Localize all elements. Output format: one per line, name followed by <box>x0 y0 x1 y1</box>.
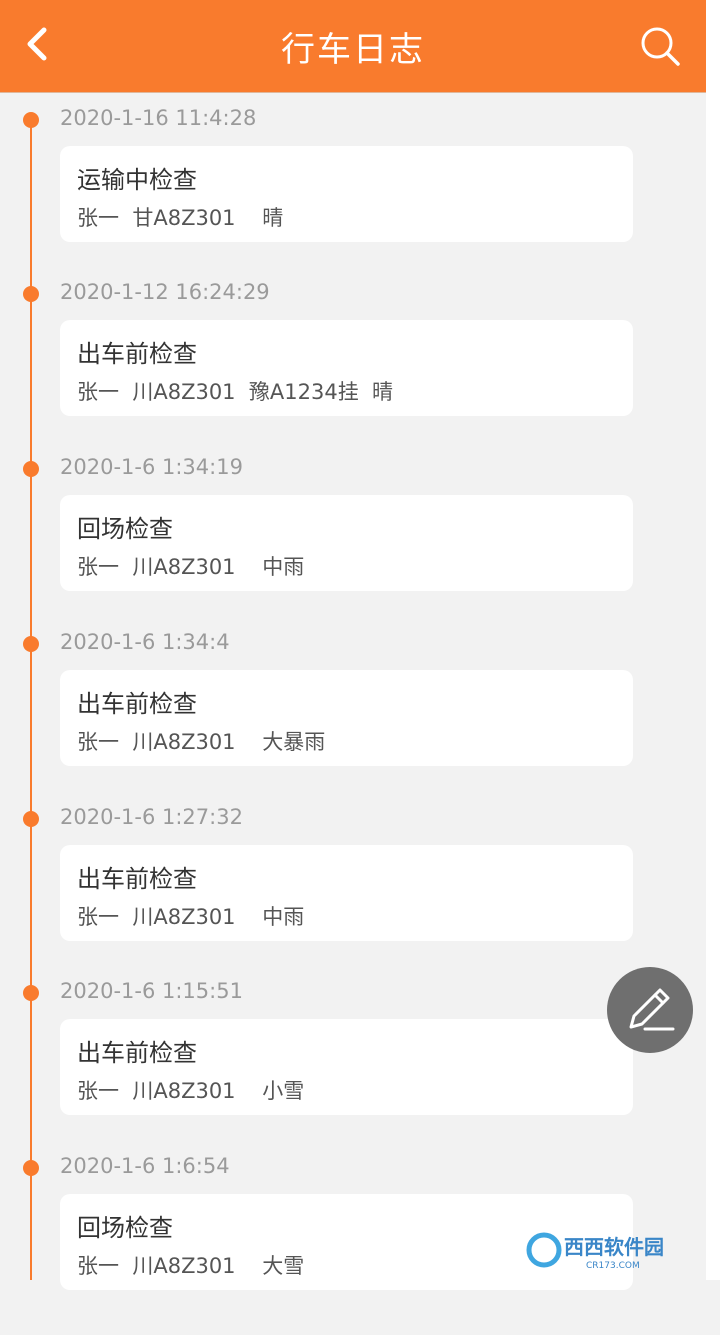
log-card[interactable]: 运输中检查 张一 甘A8Z301 晴 <box>60 146 633 242</box>
inspection-type: 出车前检查 <box>77 340 197 368</box>
entry-detail: 张一 川A8Z301 中雨 <box>77 555 305 579</box>
page-title: 行车日志 <box>281 30 425 70</box>
entry-timestamp: 2020-1-6 1:15:51 <box>60 979 243 1003</box>
entry-timestamp: 2020-1-6 1:27:32 <box>60 805 243 829</box>
timeline-dot <box>23 461 39 477</box>
entry-detail: 张一 川A8Z301 中雨 <box>77 905 305 929</box>
watermark-graphic: 西西软件园 CR173.COM <box>526 1232 664 1271</box>
entry-detail: 张一 甘A8Z301 晴 <box>77 206 284 230</box>
entry-timestamp: 2020-1-6 1:6:54 <box>60 1154 230 1178</box>
entry-timestamp: 2020-1-6 1:34:4 <box>60 630 230 654</box>
inspection-type: 出车前检查 <box>77 865 197 893</box>
timeline-dot <box>23 985 39 1001</box>
pencil-icon <box>629 988 675 1031</box>
inspection-type: 出车前检查 <box>77 1039 197 1067</box>
search-icon <box>641 27 680 66</box>
search-button[interactable] <box>638 24 682 68</box>
write-log-button[interactable] <box>607 967 693 1053</box>
inspection-type: 出车前检查 <box>77 690 197 718</box>
log-card[interactable]: 出车前检查 张一 川A8Z301 豫A1234挂 晴 <box>60 320 633 416</box>
entry-timestamp: 2020-1-6 1:34:19 <box>60 455 243 479</box>
timeline-dot <box>23 1160 39 1176</box>
log-card[interactable]: 出车前检查 张一 川A8Z301 小雪 <box>60 1019 633 1115</box>
log-entry: 2020-1-6 1:27:32 出车前检查 张一 川A8Z301 中雨 <box>0 805 706 986</box>
entry-detail: 张一 川A8Z301 小雪 <box>77 1079 305 1103</box>
timeline-dot <box>23 811 39 827</box>
entry-detail: 张一 川A8Z301 大暴雨 <box>77 730 326 754</box>
entry-timestamp: 2020-1-12 16:24:29 <box>60 280 270 304</box>
svg-text:西西软件园: 西西软件园 <box>564 1235 664 1259</box>
timeline-dot <box>23 286 39 302</box>
entry-detail: 张一 川A8Z301 大雪 <box>77 1254 305 1278</box>
inspection-type: 回场检查 <box>77 515 173 543</box>
inspection-type: 回场检查 <box>77 1214 173 1242</box>
timeline-dot <box>23 112 39 128</box>
log-entry: 2020-1-6 1:34:19 回场检查 张一 川A8Z301 中雨 <box>0 455 706 636</box>
log-entry: 2020-1-12 16:24:29 出车前检查 张一 川A8Z301 豫A12… <box>0 280 706 461</box>
entry-timestamp: 2020-1-16 11:4:28 <box>60 106 257 130</box>
timeline-dot <box>23 636 39 652</box>
log-entry: 2020-1-16 11:4:28 运输中检查 张一 甘A8Z301 晴 <box>0 106 706 287</box>
log-card[interactable]: 出车前检查 张一 川A8Z301 大暴雨 <box>60 670 633 766</box>
entry-detail: 张一 川A8Z301 豫A1234挂 晴 <box>77 380 394 404</box>
log-card[interactable]: 回场检查 张一 川A8Z301 中雨 <box>60 495 633 591</box>
log-entry: 2020-1-6 1:15:51 出车前检查 张一 川A8Z301 小雪 <box>0 979 706 1160</box>
right-edge-strip <box>706 0 720 1280</box>
log-entry: 2020-1-6 1:34:4 出车前检查 张一 川A8Z301 大暴雨 <box>0 630 706 811</box>
inspection-type: 运输中检查 <box>77 166 197 194</box>
watermark-logo: 西西软件园 CR173.COM <box>524 1228 702 1272</box>
app-header: 行车日志 <box>0 0 706 93</box>
svg-text:CR173.COM: CR173.COM <box>586 1261 640 1271</box>
log-card[interactable]: 出车前检查 张一 川A8Z301 中雨 <box>60 845 633 941</box>
